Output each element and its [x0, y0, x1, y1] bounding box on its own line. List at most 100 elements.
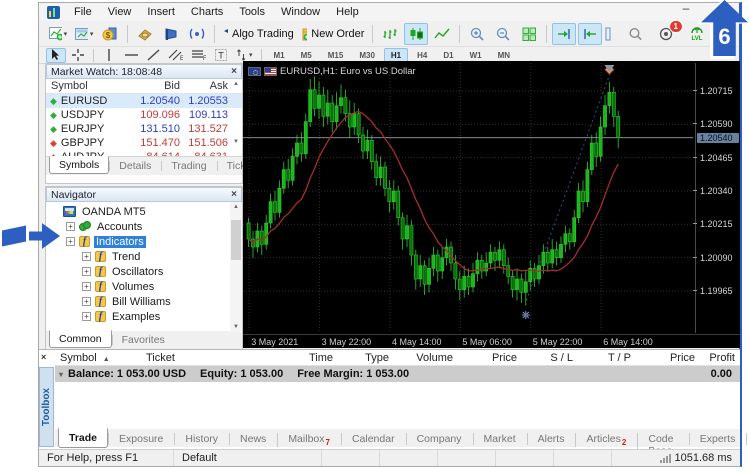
bar-chart-mode-button[interactable] — [378, 23, 402, 45]
equidistant-channel-tool-button[interactable]: E — [165, 48, 186, 63]
search-button[interactable] — [623, 23, 647, 45]
trendline-tool-button[interactable] — [143, 48, 163, 63]
data-window-button[interactable] — [133, 23, 157, 45]
clipped-toolbar-button[interactable] — [604, 23, 612, 45]
navigator-item-examples[interactable]: +fExamples — [46, 309, 242, 324]
expand-icon[interactable]: + — [66, 222, 75, 231]
close-icon[interactable]: × — [231, 66, 237, 77]
column-symbol[interactable]: Symbol — [46, 80, 132, 92]
menu-file[interactable]: File — [66, 4, 100, 20]
collapse-icon[interactable]: ▾ — [59, 370, 63, 379]
crosshair-tool-button[interactable] — [68, 48, 88, 63]
market-watch-button[interactable]: $ — [98, 23, 122, 45]
navigator-item-oscillators[interactable]: +fOscillators — [46, 264, 242, 279]
market-watch-titlebar[interactable]: Market Watch: 18:08:48 × — [46, 64, 242, 79]
horizontal-line-tool-button[interactable] — [121, 48, 141, 63]
toolbox-button[interactable] — [185, 23, 209, 45]
time-axis[interactable]: 3 May 20213 May 22:004 May 14:005 May 06… — [243, 334, 740, 348]
scroll-up-icon[interactable]: ▲ — [231, 204, 241, 210]
market-watch-row-eurjpy[interactable]: ◆EURJPY131.510131.527 — [46, 122, 242, 136]
candlestick-chart[interactable] — [243, 63, 693, 333]
tab-details[interactable]: Details — [109, 157, 161, 175]
tab-company[interactable]: Company — [406, 429, 473, 449]
expand-icon[interactable]: + — [82, 312, 91, 321]
fibonacci-tool-button[interactable]: F — [188, 48, 209, 63]
price-axis[interactable]: 1.20540 1.207151.205901.204651.203401.20… — [695, 63, 740, 333]
tab-market[interactable]: Market — [473, 429, 527, 449]
market-watch-row-eurusd[interactable]: ◆EURUSD1.205401.20553 — [46, 94, 242, 108]
menu-help[interactable]: Help — [328, 4, 367, 20]
zoom-in-button[interactable] — [465, 23, 489, 45]
tab-journal[interactable]: Journal — [746, 429, 750, 449]
menu-window[interactable]: Window — [273, 4, 328, 20]
new-order-button[interactable]: New Order — [299, 23, 368, 45]
expand-icon[interactable]: + — [82, 297, 91, 306]
tab-common[interactable]: Common — [49, 330, 112, 348]
market-watch-scrollbar[interactable]: ▲ ▼ — [230, 79, 242, 147]
toolbox-column-symbol[interactable]: Symbol▲ — [55, 352, 141, 364]
toolbox-column-headers[interactable]: Symbol▲TicketTimeTypeVolumePriceS / LT /… — [55, 350, 740, 366]
market-watch-row-usdjpy[interactable]: ◆USDJPY109.096109.113 — [46, 108, 242, 122]
chart-plot-area[interactable] — [243, 63, 693, 333]
notifications-button[interactable]: 1 — [654, 23, 678, 45]
expand-icon[interactable]: + — [82, 282, 91, 291]
toolbox-column-price[interactable]: Price — [458, 352, 522, 364]
toolbox-column-volume[interactable]: Volume — [394, 352, 458, 364]
navigator-item-volumes[interactable]: +fVolumes — [46, 279, 242, 294]
menu-tools[interactable]: Tools — [231, 4, 273, 20]
chevron-down-icon[interactable]: ▾ — [249, 51, 253, 59]
algo-trading-button[interactable]: Algo Trading — [220, 23, 297, 45]
chart-shift-button[interactable] — [578, 23, 602, 45]
tab-calendar[interactable]: Calendar — [341, 429, 406, 449]
zoom-out-button[interactable] — [491, 23, 515, 45]
column-ask[interactable]: Ask — [180, 80, 228, 92]
navigator-button[interactable] — [159, 23, 183, 45]
navigator-scrollbar[interactable]: ▲ ▼ — [230, 202, 242, 332]
tab-exposure[interactable]: Exposure — [108, 429, 174, 449]
minimize-button[interactable]: – — [677, 3, 695, 17]
market-watch-row-gbpjpy[interactable]: ◆GBPJPY151.470151.506 — [46, 136, 242, 150]
chevron-down-icon[interactable]: ▾ — [64, 30, 68, 38]
menu-insert[interactable]: Insert — [139, 4, 183, 20]
navigator-titlebar[interactable]: Navigator × — [46, 187, 242, 202]
column-bid[interactable]: Bid — [132, 80, 180, 92]
tab-history[interactable]: History — [174, 429, 229, 449]
navigator-item-oanda-mt5[interactable]: OANDA MT5 — [46, 204, 242, 219]
tab-news[interactable]: News — [229, 429, 277, 449]
new-chart-button[interactable]: ▾ — [46, 23, 70, 45]
scroll-down-icon[interactable]: ▼ — [231, 324, 241, 330]
cursor-tool-button[interactable] — [46, 48, 66, 63]
navigator-item-indicators[interactable]: +fIndicators — [46, 234, 242, 249]
expand-icon[interactable]: + — [82, 252, 91, 261]
market-watch-header[interactable]: Symbol Bid Ask — [46, 79, 242, 94]
menu-view[interactable]: View — [100, 4, 140, 20]
scroll-down-icon[interactable]: ▼ — [231, 139, 241, 145]
navigator-item-trend[interactable]: +fTrend — [46, 249, 242, 264]
toolbox-column-time[interactable]: Time — [246, 352, 338, 364]
toolbox-column-tp[interactable]: T / P — [578, 352, 636, 364]
profiles-button[interactable]: ▾ — [72, 23, 96, 45]
vertical-line-tool-button[interactable] — [99, 48, 119, 63]
expand-icon[interactable]: + — [82, 267, 91, 276]
balance-row[interactable]: ▾ Balance: 1 053.00 USD Equity: 1 053.00… — [55, 366, 740, 382]
scroll-up-icon[interactable]: ▲ — [231, 81, 241, 87]
chevron-down-icon[interactable]: ▾ — [90, 30, 94, 38]
toolbox-column-ticket[interactable]: Ticket — [141, 352, 246, 364]
expand-icon[interactable]: + — [66, 237, 75, 246]
close-icon[interactable]: × — [41, 352, 46, 362]
line-chart-mode-button[interactable] — [430, 23, 454, 45]
toolbox-column-type[interactable]: Type — [338, 352, 394, 364]
tab-trade[interactable]: Trade — [58, 428, 108, 448]
toolbox-column-sl[interactable]: S / L — [522, 352, 578, 364]
text-tool-button[interactable]: T — [211, 48, 231, 63]
menu-charts[interactable]: Charts — [183, 4, 231, 20]
levels-button[interactable]: LVL — [685, 23, 709, 45]
tab-symbols[interactable]: Symbols — [49, 156, 109, 174]
status-profile[interactable]: Default — [174, 450, 322, 466]
tab-alerts[interactable]: Alerts — [527, 429, 576, 449]
tab-favorites[interactable]: Favorites — [112, 331, 175, 349]
tab-mailbox[interactable]: Mailbox7 — [277, 429, 341, 451]
tab-articles[interactable]: Articles2 — [575, 429, 637, 451]
tab-trading[interactable]: Trading — [161, 157, 216, 175]
toolbox-vertical-tab[interactable]: Toolbox — [39, 367, 54, 447]
